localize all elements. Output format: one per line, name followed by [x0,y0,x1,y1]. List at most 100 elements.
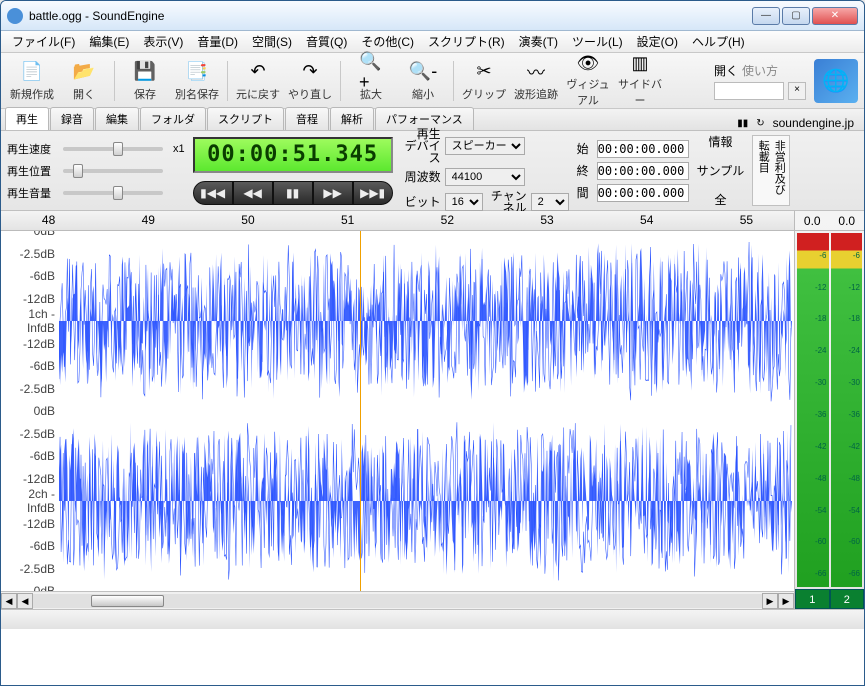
chan-label: チャン ネル [487,190,527,214]
toolbar-icon: 🔍+ [359,60,383,84]
toolbar-label: 縮小 [412,86,434,102]
meter-mark: -12 [848,283,860,292]
menu-item[interactable]: 編集(E) [82,31,136,52]
toolbar-label: やり直し [288,86,332,102]
freq-select[interactable]: 44100 [445,168,525,186]
end-input[interactable] [597,162,689,180]
toolbar-button[interactable]: ▥サイドバー [615,57,665,105]
y-label: -6dB [3,449,55,463]
playhead-cursor[interactable] [360,231,361,591]
all-label[interactable]: 全 [714,191,726,208]
forward-button[interactable]: ▶▶ [313,181,353,205]
toolbar-label: 保存 [134,86,156,102]
tab[interactable]: 編集 [95,107,139,130]
start-input[interactable] [597,140,689,158]
speed-slider[interactable] [63,147,163,151]
toolbar-button[interactable]: ✂グリップ [459,57,509,105]
info-label[interactable]: 情報 [708,133,732,150]
tab[interactable]: スクリプト [207,107,284,130]
toolbar-icon: 📑 [185,60,209,84]
skip-start-button[interactable]: ▮◀◀ [193,181,233,205]
scroll-right-button[interactable]: ▶ [762,593,778,609]
volume-slider[interactable] [63,191,163,195]
toolbar-icon: ↶ [246,60,270,84]
toolbar-button[interactable]: 📄新規作成 [7,57,57,105]
toolbar-button[interactable]: 📑別名保存 [172,57,222,105]
toolbar-button[interactable]: ↶ 元に戻す [233,57,283,105]
scroll-right2-button[interactable]: ▶ [778,593,794,609]
statusbar [1,609,864,629]
toolbar-icon: 📂 [72,60,96,84]
toolbar-button[interactable]: 👁ヴィジュアル [563,57,613,105]
y-label: 1ch -InfdB [3,307,55,335]
tab[interactable]: 音程 [285,107,329,130]
horizontal-scrollbar[interactable]: ◀ ◀ ▶ ▶ [1,591,794,609]
sample-label[interactable]: サンプル [697,162,745,179]
loop-icon[interactable]: ↻ [756,118,764,129]
position-slider[interactable] [63,169,163,173]
bit-label: ビット [401,193,441,210]
menu-item[interactable]: 設定(O) [630,31,685,52]
toolbar-label: 元に戻す [236,86,280,102]
dur-input[interactable] [597,184,689,202]
tab[interactable]: 録音 [50,107,94,130]
control-row: 再生速度 x1 再生位置 再生音量 00:00:51.345 ▮◀◀ ◀◀ ▮▮… [1,131,864,211]
ruler-tick: 51 [341,213,354,227]
y-axis: 0dB-2.5dB-6dB-12dB1ch -InfdB-12dB-6dB-2.… [1,231,57,591]
skip-end-button[interactable]: ▶▶▮ [353,181,393,205]
menu-item[interactable]: 音量(D) [190,31,245,52]
rewind-button[interactable]: ◀◀ [233,181,273,205]
site-link[interactable]: soundengine.jp [773,116,854,130]
toolbar-button[interactable]: 🔍+拡大 [346,57,396,105]
ruler-tick: 48 [42,213,55,227]
minimize-button[interactable]: — [752,7,780,25]
time-ruler[interactable]: 4849505152535455 [1,211,794,231]
meter-foot-1[interactable]: 1 [795,589,830,609]
transport: ▮◀◀ ◀◀ ▮▮ ▶▶ ▶▶▮ [193,181,393,205]
search-input[interactable] [714,82,784,100]
vertical-text: 非営利及び転載目 [752,135,790,206]
start-label: 始 [577,140,593,157]
y-label: -2.5dB [3,427,55,441]
ruler-tick: 50 [241,213,254,227]
menu-item[interactable]: ファイル(F) [5,31,82,52]
meter-mark: -18 [848,314,860,323]
maximize-button[interactable]: ▢ [782,7,810,25]
toolbar-icon: ✂ [472,60,496,84]
waveform-ch2[interactable] [59,411,792,591]
menubar: ファイル(F)編集(E)表示(V)音量(D)空間(S)音質(Q)その他(C)スク… [1,31,864,53]
waveform-ch1[interactable] [59,231,792,411]
pause-button[interactable]: ▮▮ [273,181,313,205]
toolbar-button[interactable]: ↷やり直し [285,57,335,105]
search-clear-button[interactable]: × [788,82,806,100]
waveform-canvas[interactable]: 0dB-2.5dB-6dB-12dB1ch -InfdB-12dB-6dB-2.… [1,231,794,591]
scroll-left2-button[interactable]: ◀ [17,593,33,609]
meter-ch1: -6-12-18-24-30-36-42-48-54-60-66 [797,233,829,587]
close-button[interactable]: ✕ [812,7,858,25]
menu-item[interactable]: スクリプト(R) [421,31,512,52]
toolbar-button[interactable]: 〰波形追跡 [511,57,561,105]
menu-item[interactable]: ツール(L) [565,31,630,52]
toolbar-button[interactable]: 💾保存 [120,57,170,105]
bit-select[interactable]: 16 [445,193,483,211]
chan-select[interactable]: 2 [531,193,569,211]
tab[interactable]: 再生 [5,107,49,130]
meter-foot-2[interactable]: 2 [830,589,865,609]
tab[interactable]: フォルダ [140,107,206,130]
menu-item[interactable]: 表示(V) [136,31,190,52]
meter-mark: -42 [848,442,860,451]
toolbar-button[interactable]: 📂 開く [59,57,109,105]
toolbar-button[interactable]: 🔍-縮小 [398,57,448,105]
pause-icon[interactable]: ▮▮ [737,118,748,129]
meter-mark: -36 [815,410,827,419]
menu-item[interactable]: 演奏(T) [512,31,565,52]
menu-item[interactable]: ヘルプ(H) [685,31,752,52]
tab[interactable]: 解析 [330,107,374,130]
scroll-left-button[interactable]: ◀ [1,593,17,609]
toolbar-label: 開く [73,86,95,102]
menu-item[interactable]: 音質(Q) [299,31,354,52]
y-label: -2.5dB [3,562,55,576]
device-select[interactable]: スピーカー ( [445,137,525,155]
menu-item[interactable]: 空間(S) [245,31,299,52]
menu-item[interactable]: その他(C) [354,31,421,52]
